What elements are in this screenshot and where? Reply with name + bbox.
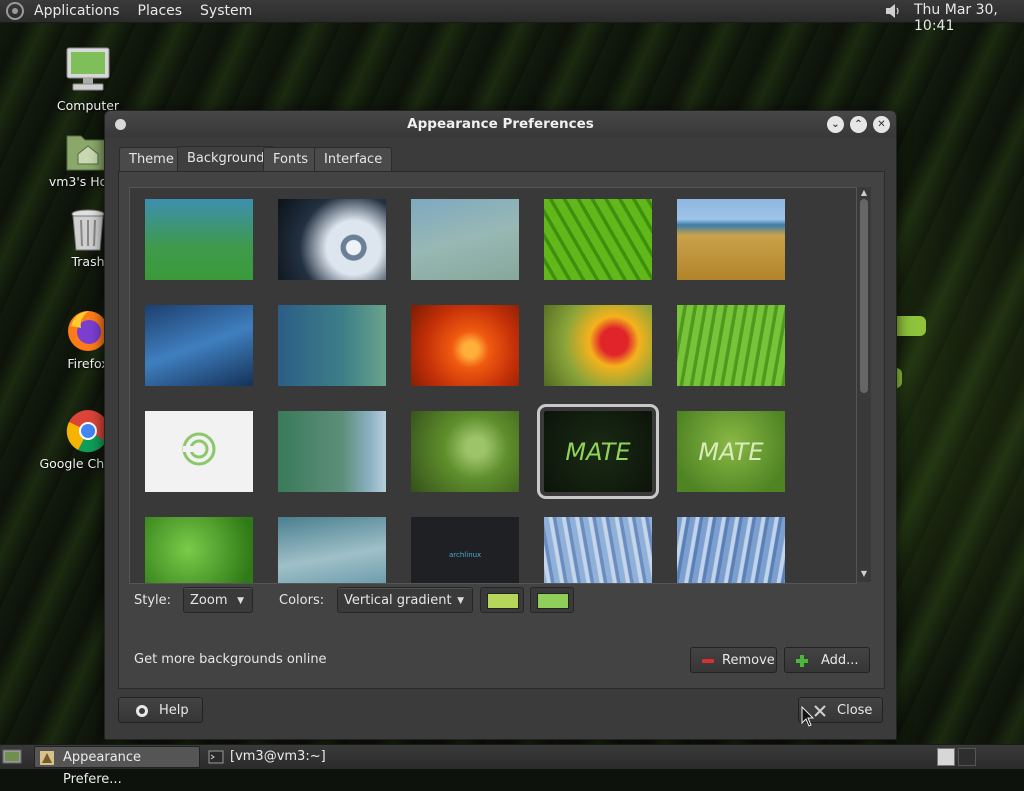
- colors-dropdown[interactable]: Vertical gradient ▼: [337, 587, 473, 613]
- top-panel: Applications Places System Thu Mar 30, 1…: [0, 0, 1024, 34]
- more-backgrounds-link[interactable]: Get more backgrounds online: [134, 652, 327, 667]
- background-thumbnail[interactable]: [677, 517, 785, 583]
- help-button[interactable]: Help: [118, 697, 203, 723]
- computer-icon: [66, 47, 110, 91]
- desktop-icon-computer[interactable]: Computer: [33, 46, 143, 113]
- primary-color-swatch: [487, 593, 519, 609]
- help-icon: [136, 705, 148, 717]
- background-thumbnail[interactable]: [278, 305, 386, 386]
- style-value: Zoom: [190, 593, 228, 608]
- mouse-cursor-icon: [801, 706, 815, 727]
- background-thumbnail[interactable]: [411, 411, 519, 492]
- maximize-button[interactable]: ⌃: [850, 116, 867, 133]
- thumbnail-mate-text: MATE: [565, 437, 631, 466]
- secondary-color-swatch: [537, 593, 569, 609]
- chevron-down-icon: ▼: [237, 596, 244, 606]
- system-menu[interactable]: System: [200, 3, 252, 19]
- window-title: Appearance Preferences: [407, 116, 594, 132]
- trash-icon: [71, 209, 105, 251]
- mate-logo-icon: [182, 432, 216, 466]
- style-label: Style:: [134, 593, 172, 608]
- background-thumbnail[interactable]: [278, 199, 386, 280]
- scrollbar-thumb[interactable]: [860, 199, 868, 393]
- workspace-1[interactable]: [937, 748, 955, 766]
- places-menu[interactable]: Places: [138, 3, 183, 19]
- style-dropdown[interactable]: Zoom ▼: [183, 587, 253, 613]
- thumbnail-mate-text: MATE: [698, 437, 764, 466]
- scroll-down-icon[interactable]: ▼: [859, 569, 869, 579]
- background-thumbnail[interactable]: [411, 305, 519, 386]
- remove-icon: [702, 659, 714, 663]
- appearance-preferences-window: Appearance Preferences ⌄ ⌃ ✕ Theme Backg…: [104, 110, 897, 740]
- tab-fonts[interactable]: Fonts: [263, 147, 319, 171]
- background-thumbnail-selected[interactable]: MATE: [537, 404, 659, 499]
- background-thumbnail[interactable]: [411, 199, 519, 280]
- background-thumbnail-grid[interactable]: MATE MATE archlinux: [129, 187, 857, 584]
- colors-value: Vertical gradient: [344, 593, 452, 608]
- workspace-2[interactable]: [958, 748, 976, 766]
- window-titlebar[interactable]: Appearance Preferences ⌄ ⌃ ✕: [105, 111, 896, 137]
- background-thumbnail[interactable]: MATE: [677, 411, 785, 492]
- primary-color-button[interactable]: [480, 587, 524, 613]
- appearance-app-icon: [40, 751, 54, 765]
- background-thumbnail[interactable]: [145, 517, 253, 583]
- background-thumbnail[interactable]: [677, 305, 785, 386]
- colors-label: Colors:: [279, 593, 325, 608]
- taskbar-item-appearance[interactable]: Appearance Prefere...: [34, 746, 200, 787]
- close-window-button[interactable]: ✕: [873, 116, 890, 133]
- tab-background[interactable]: Background: [177, 146, 275, 172]
- scroll-up-icon[interactable]: ▲: [859, 188, 869, 198]
- thumbnail-scrollbar[interactable]: ▲ ▼: [857, 187, 871, 582]
- taskbar-item-label: [vm3@vm3:~]: [230, 749, 326, 764]
- background-thumbnail[interactable]: [544, 199, 652, 280]
- close-icon: [814, 705, 826, 717]
- taskbar-item-terminal[interactable]: [vm3@vm3:~]: [204, 746, 364, 768]
- terminal-icon: [208, 750, 224, 764]
- tab-theme[interactable]: Theme: [119, 147, 184, 171]
- background-thumbnail[interactable]: [544, 517, 652, 583]
- background-thumbnail[interactable]: [278, 517, 386, 583]
- volume-icon[interactable]: [884, 2, 902, 20]
- remove-button[interactable]: Remove: [690, 647, 777, 673]
- clock[interactable]: Thu Mar 30, 10:41: [914, 2, 1024, 34]
- mate-logo-icon[interactable]: [6, 2, 24, 20]
- background-thumbnail[interactable]: [145, 305, 253, 386]
- bottom-panel: Appearance Prefere... [vm3@vm3:~]: [0, 744, 1024, 787]
- minimize-button[interactable]: ⌄: [827, 116, 844, 133]
- background-thumbnail[interactable]: [677, 199, 785, 280]
- taskbar-item-label: Appearance Prefere...: [63, 750, 142, 787]
- secondary-color-button[interactable]: [530, 587, 574, 613]
- background-thumbnail[interactable]: [544, 305, 652, 386]
- thumbnail-arch-text: archlinux: [449, 551, 482, 559]
- add-icon: [796, 655, 808, 667]
- background-thumbnail[interactable]: [278, 411, 386, 492]
- show-desktop-icon[interactable]: [2, 748, 22, 766]
- chevron-down-icon: ▼: [457, 596, 464, 606]
- applications-menu[interactable]: Applications: [34, 3, 120, 19]
- add-button[interactable]: Add...: [784, 647, 870, 673]
- background-thumbnail[interactable]: [145, 411, 253, 492]
- tab-interface[interactable]: Interface: [314, 147, 393, 171]
- background-thumbnail[interactable]: [145, 199, 253, 280]
- background-thumbnail[interactable]: archlinux: [411, 517, 519, 583]
